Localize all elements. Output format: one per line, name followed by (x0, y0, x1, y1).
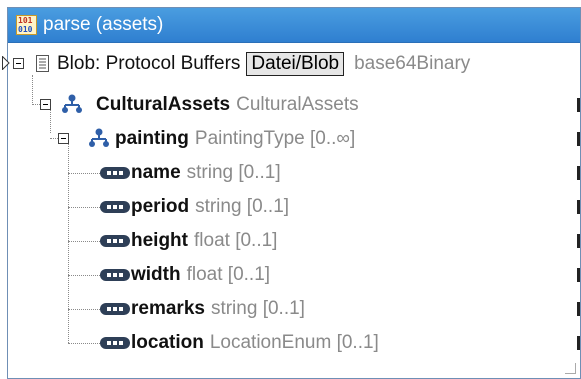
collapse-root-icon[interactable] (13, 58, 24, 69)
field-period[interactable]: period string [0..1] (131, 192, 289, 222)
element-icon (100, 337, 130, 349)
element-icon (100, 167, 130, 179)
node-type: PaintingType [0..∞] (194, 128, 356, 149)
field-type: string [0..1] (210, 298, 305, 319)
field-name[interactable]: name string [0..1] (131, 158, 281, 188)
field-label: name (131, 162, 181, 183)
structure-icon (62, 94, 82, 113)
output-connector-name[interactable] (577, 166, 580, 180)
parse-component[interactable]: 101 010 parse (assets) Blob: Protocol Bu… (2, 7, 581, 379)
tree-connector (68, 173, 100, 174)
output-connector-height[interactable] (577, 234, 580, 248)
datei-blob-button[interactable]: Datei/Blob (246, 51, 345, 76)
tree-connector (68, 241, 100, 242)
field-type: string [0..1] (186, 162, 281, 183)
output-connector-period[interactable] (577, 200, 580, 214)
document-icon (36, 55, 49, 72)
field-label: height (131, 230, 188, 251)
element-icon (100, 235, 130, 247)
field-location[interactable]: location LocationEnum [0..1] (131, 328, 379, 358)
field-label: location (131, 332, 204, 353)
tree-connector (68, 207, 100, 208)
field-label: remarks (131, 298, 205, 319)
field-type: string [0..1] (195, 196, 290, 217)
field-type: LocationEnum [0..1] (209, 332, 379, 353)
tree-connector (68, 309, 100, 310)
node-label: CulturalAssets (96, 94, 231, 115)
schema-tree: Blob: Protocol Buffers Datei/Blob base64Bi… (2, 43, 580, 378)
output-connector-remarks[interactable] (577, 302, 580, 316)
tree-connector (32, 75, 33, 103)
structure-icon (89, 128, 109, 147)
field-remarks[interactable]: remarks string [0..1] (131, 294, 305, 324)
input-connector-icon[interactable] (2, 56, 10, 70)
component-title: parse (assets) (43, 14, 164, 35)
field-label: period (131, 196, 190, 217)
tree-connector (68, 343, 100, 344)
collapse-painting-icon[interactable] (58, 133, 69, 144)
node-painting[interactable]: painting PaintingType [0..∞] (115, 124, 355, 154)
output-connector-width[interactable] (577, 268, 580, 282)
element-icon (100, 303, 130, 315)
title-icon-row-1: 101 (18, 16, 33, 25)
root-row: Blob: Protocol Buffers Datei/Blob base64Bi… (57, 49, 470, 79)
collapse-culturalassets-icon[interactable] (40, 99, 51, 110)
field-height[interactable]: height float [0..1] (131, 226, 277, 256)
binary-file-icon: 101 010 (16, 15, 37, 35)
root-type: base64Binary (354, 53, 471, 74)
title-icon-row-2: 010 (18, 25, 33, 34)
node-culturalassets[interactable]: CulturalAssets CulturalAssets (96, 90, 359, 120)
tree-connector (50, 109, 51, 133)
field-type: float [0..1] (194, 230, 278, 251)
field-width[interactable]: width float [0..1] (131, 260, 270, 290)
element-icon (100, 269, 130, 281)
tree-connector (68, 275, 100, 276)
output-connector-culturalassets[interactable] (577, 98, 580, 112)
component-titlebar[interactable]: 101 010 parse (assets) (8, 8, 580, 43)
node-label: painting (115, 128, 189, 149)
node-type: CulturalAssets (236, 94, 359, 115)
output-connector-location[interactable] (577, 336, 580, 350)
resize-grip[interactable] (565, 363, 576, 374)
output-connector-painting[interactable] (577, 132, 580, 146)
field-type: float [0..1] (186, 264, 271, 285)
element-icon (100, 201, 130, 213)
field-label: width (131, 264, 181, 285)
root-label: Blob: Protocol Buffers (57, 53, 241, 74)
